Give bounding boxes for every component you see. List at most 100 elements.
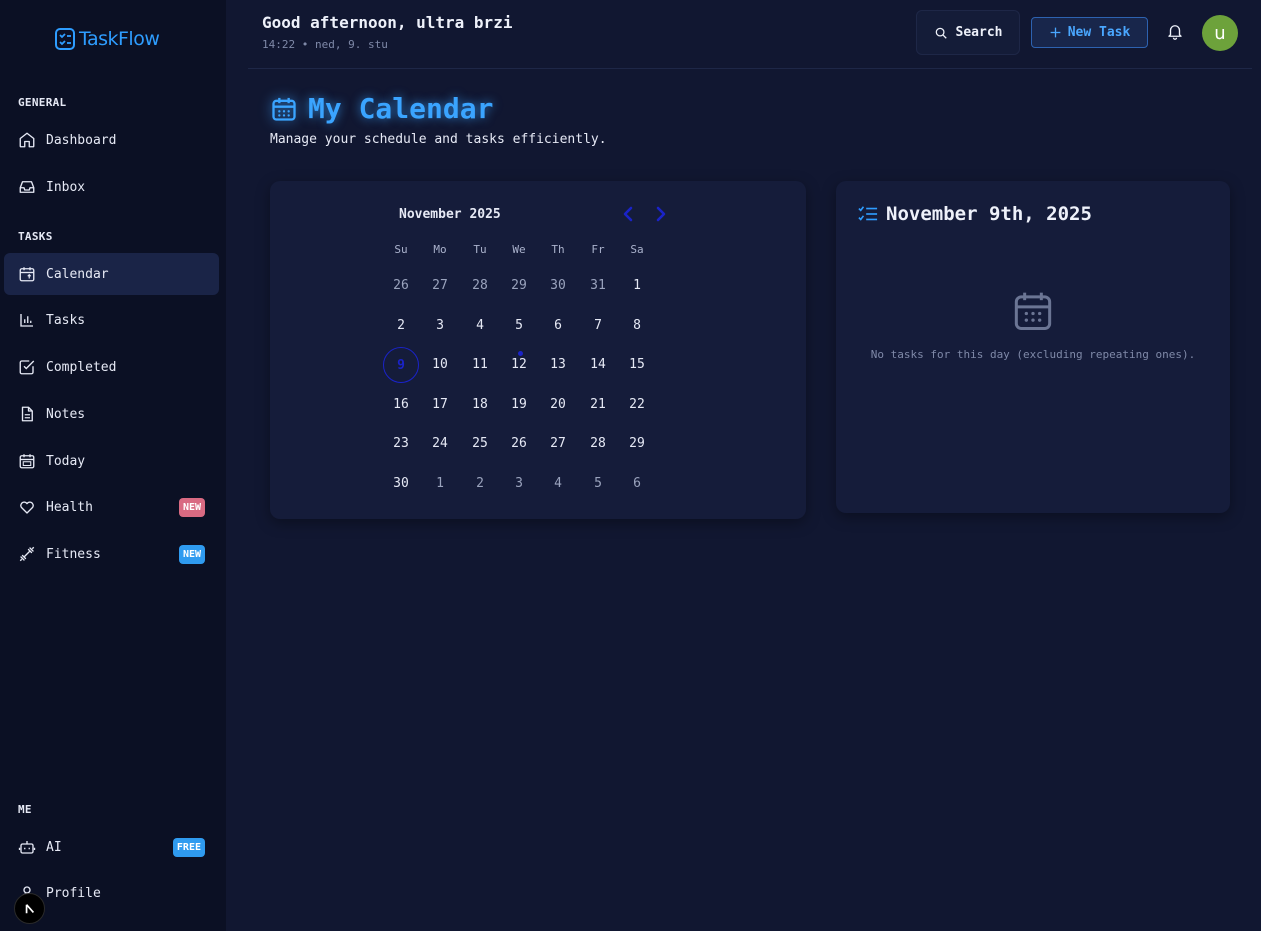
- weekday-header: Su: [394, 243, 408, 256]
- calendar-day[interactable]: 9: [383, 347, 419, 383]
- next-month-icon[interactable]: [654, 206, 668, 222]
- sidebar-item-tasks[interactable]: Tasks: [4, 299, 219, 341]
- calendar-day[interactable]: 3: [422, 308, 458, 344]
- calendar-day[interactable]: 30: [540, 268, 576, 304]
- calendar-day[interactable]: 6: [619, 466, 655, 502]
- selected-day-text: November 9th, 2025: [886, 203, 1092, 225]
- calendar-day[interactable]: 22: [619, 387, 655, 423]
- bell-icon[interactable]: [1166, 22, 1184, 40]
- section-label-me: ME: [18, 803, 32, 816]
- calendar-day[interactable]: 28: [462, 268, 498, 304]
- dumbbell-icon: [19, 546, 35, 562]
- sidebar-item-dashboard[interactable]: Dashboard: [4, 119, 219, 161]
- sidebar-item-label: Dashboard: [46, 132, 117, 148]
- checklist-logo-icon: [55, 28, 75, 50]
- month-label: November 2025: [399, 207, 501, 222]
- free-badge: FREE: [172, 838, 205, 857]
- calendar-day[interactable]: 6: [540, 308, 576, 344]
- calendar-day[interactable]: 4: [462, 308, 498, 344]
- sidebar-item-notes[interactable]: Notes: [4, 393, 219, 435]
- calendar-day[interactable]: 16: [383, 387, 419, 423]
- calendar-day[interactable]: 18: [462, 387, 498, 423]
- avatar[interactable]: u: [1202, 15, 1238, 51]
- top-header: Good afternoon, ultra brzi 14:22 • ned, …: [248, 0, 1252, 69]
- sidebar-item-label: Today: [46, 453, 86, 469]
- calendar-arrow-icon: [19, 267, 35, 282]
- calendar-day[interactable]: 5: [501, 308, 537, 344]
- sidebar-item-label: Calendar: [46, 266, 109, 282]
- robot-icon: [18, 841, 36, 854]
- heart-icon: [20, 501, 34, 514]
- sidebar-item-ai[interactable]: AI FREE: [4, 826, 219, 868]
- calendar-day[interactable]: 2: [462, 466, 498, 502]
- calendar-day[interactable]: 15: [619, 347, 655, 383]
- plus-icon: [1050, 27, 1061, 38]
- previous-month-icon[interactable]: [621, 206, 635, 222]
- new-badge: NEW: [178, 498, 205, 517]
- list-check-icon: [858, 206, 878, 221]
- calendar-card: November 2025 Su Mo Tu We Th Fr Sa 26 27 28 29 30 31…: [270, 181, 806, 519]
- calendar-day[interactable]: 26: [501, 426, 537, 462]
- calendar-day[interactable]: 25: [462, 426, 498, 462]
- selected-day-title: November 9th, 2025: [858, 203, 1092, 225]
- sidebar: TaskFlow GENERAL Dashboard Inbox TASKS C…: [0, 0, 226, 931]
- calendar-day[interactable]: 13: [540, 347, 576, 383]
- calendar-day[interactable]: 10: [422, 347, 458, 383]
- calendar-day[interactable]: 2: [383, 308, 419, 344]
- calendar-day[interactable]: 27: [540, 426, 576, 462]
- sidebar-item-fitness[interactable]: Fitness NEW: [4, 533, 219, 575]
- sidebar-item-label: Tasks: [46, 312, 86, 328]
- section-label-general: GENERAL: [18, 96, 67, 109]
- sidebar-item-calendar[interactable]: Calendar: [4, 253, 219, 295]
- calendar-day[interactable]: 23: [383, 426, 419, 462]
- floating-corner-button[interactable]: [14, 893, 45, 924]
- calendar-day[interactable]: 1: [619, 268, 655, 304]
- calendar-day[interactable]: 20: [540, 387, 576, 423]
- calendar-day[interactable]: 29: [501, 268, 537, 304]
- weekday-header: Th: [551, 243, 565, 256]
- calendar-day[interactable]: 28: [580, 426, 616, 462]
- calendar-day[interactable]: 27: [422, 268, 458, 304]
- calendar-day[interactable]: 26: [383, 268, 419, 304]
- document-icon: [21, 406, 33, 422]
- calendar-day[interactable]: 21: [580, 387, 616, 423]
- sidebar-item-label: Completed: [46, 359, 117, 375]
- page-title-text: My Calendar: [308, 92, 494, 125]
- calendar-day[interactable]: 31: [580, 268, 616, 304]
- app-logo[interactable]: TaskFlow: [55, 28, 160, 50]
- calendar-day[interactable]: 30: [383, 466, 419, 502]
- calendar-day[interactable]: 24: [422, 426, 458, 462]
- calendar-day[interactable]: 17: [422, 387, 458, 423]
- calendar-day[interactable]: 8: [619, 308, 655, 344]
- calendar-day[interactable]: 19: [501, 387, 537, 423]
- sidebar-item-completed[interactable]: Completed: [4, 346, 219, 388]
- sidebar-item-today[interactable]: Today: [4, 440, 219, 482]
- inbox-icon: [19, 181, 35, 193]
- weekday-header: Mo: [433, 243, 447, 256]
- weekday-header: We: [512, 243, 526, 256]
- calendar-day[interactable]: 5: [580, 466, 616, 502]
- calendar-day[interactable]: 1: [422, 466, 458, 502]
- sidebar-item-label: Profile: [46, 885, 101, 901]
- bar-chart-icon: [20, 314, 33, 327]
- new-badge: NEW: [178, 545, 205, 564]
- sidebar-item-label: Notes: [46, 406, 86, 422]
- calendar-day[interactable]: 7: [580, 308, 616, 344]
- search-button[interactable]: Search: [916, 10, 1020, 55]
- weekday-header: Sa: [630, 243, 644, 256]
- sidebar-item-health[interactable]: Health NEW: [4, 486, 219, 528]
- calendar-day[interactable]: 4: [540, 466, 576, 502]
- page-title: My Calendar: [270, 92, 493, 125]
- checkbox-icon: [19, 360, 35, 375]
- calendar-day[interactable]: 29: [619, 426, 655, 462]
- app-name: TaskFlow: [79, 28, 160, 50]
- calendar-icon: [272, 97, 296, 121]
- calendar-day[interactable]: 14: [580, 347, 616, 383]
- calendar-day[interactable]: 11: [462, 347, 498, 383]
- new-task-button[interactable]: New Task: [1031, 17, 1148, 48]
- page-subtitle: Manage your schedule and tasks efficient…: [270, 132, 607, 147]
- sidebar-item-inbox[interactable]: Inbox: [4, 166, 219, 208]
- calendar-day[interactable]: 3: [501, 466, 537, 502]
- empty-calendar-icon: [1014, 292, 1052, 330]
- new-task-label: New Task: [1067, 25, 1131, 40]
